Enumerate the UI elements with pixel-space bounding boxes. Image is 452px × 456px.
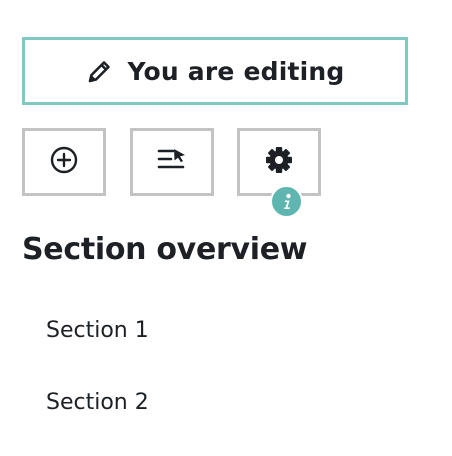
gear-icon	[264, 145, 294, 179]
section-overview-heading: Section overview	[22, 232, 308, 267]
move-button[interactable]	[130, 128, 214, 196]
editing-mode-label: You are editing	[127, 56, 345, 86]
pencil-icon	[86, 57, 114, 85]
info-icon[interactable]	[270, 185, 303, 218]
section-link-1[interactable]: Section 1	[46, 318, 149, 343]
add-button[interactable]	[22, 128, 106, 196]
section-link-2[interactable]: Section 2	[46, 390, 149, 415]
editing-mode-banner[interactable]: You are editing	[22, 37, 408, 105]
plus-circle-icon	[49, 145, 79, 179]
move-list-icon	[156, 145, 188, 179]
